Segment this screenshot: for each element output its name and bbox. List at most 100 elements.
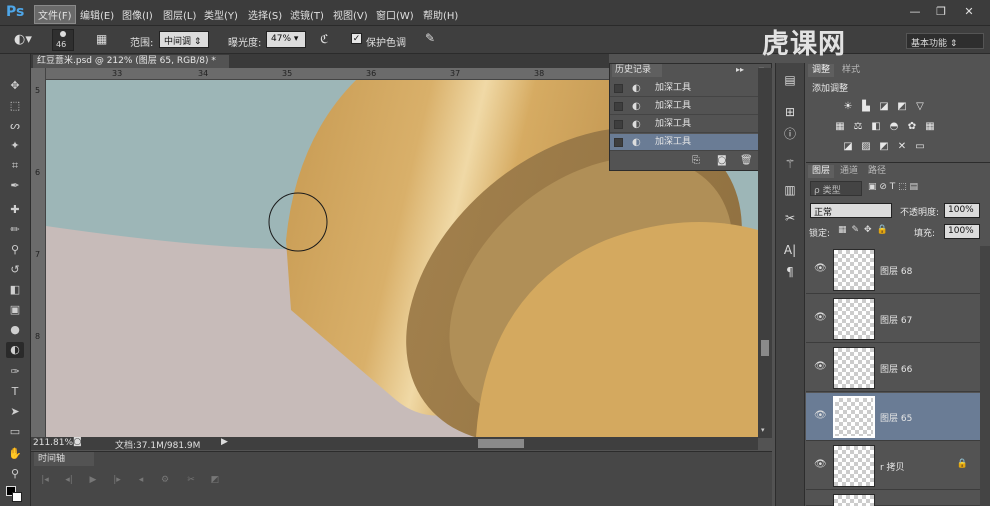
fill-input[interactable]: 100% bbox=[944, 224, 980, 239]
posterize-icon[interactable]: ▨ bbox=[860, 141, 872, 152]
menu-help[interactable]: 帮助(H) bbox=[420, 6, 461, 23]
menu-image[interactable]: 图像(I) bbox=[119, 6, 156, 23]
history-state[interactable]: ◐ 加深工具 bbox=[610, 98, 760, 115]
menu-type[interactable]: 类型(Y) bbox=[201, 6, 241, 23]
first-frame-icon[interactable]: |◂ bbox=[38, 474, 52, 486]
status-menu-arrow-icon[interactable]: ▶ bbox=[221, 437, 228, 447]
visibility-eye-icon[interactable]: 👁 bbox=[814, 411, 827, 421]
transition-icon[interactable]: ◩ bbox=[208, 474, 222, 486]
lock-icons[interactable]: ▦✎✥🔒 bbox=[838, 225, 893, 235]
restore-icon[interactable]: ❐ bbox=[934, 5, 948, 19]
airbrush-icon[interactable]: ℭ bbox=[320, 32, 336, 48]
visibility-eye-icon[interactable]: 👁 bbox=[814, 264, 827, 274]
previous-frame-icon[interactable]: ◂| bbox=[62, 474, 76, 486]
properties-panel-icon[interactable]: ⊞ bbox=[782, 104, 798, 120]
visibility-eye-icon[interactable]: 👁 bbox=[814, 460, 827, 470]
background-color-swatch[interactable] bbox=[12, 492, 22, 502]
status-info-icon[interactable]: ◙ bbox=[73, 437, 82, 447]
layers-scrollbar[interactable] bbox=[980, 246, 990, 506]
layer-row[interactable]: 👁 r 拷贝 🔒 bbox=[806, 442, 980, 490]
info-panel-icon[interactable]: ⓘ bbox=[782, 126, 798, 142]
range-select[interactable]: 中间调 ⇕ bbox=[159, 31, 209, 48]
clone-stamp-tool-icon[interactable]: ⚲ bbox=[6, 242, 24, 258]
layer-name[interactable]: 图层 68 bbox=[880, 264, 912, 277]
character-panel-icon[interactable]: A| bbox=[782, 242, 798, 258]
photo-filter-icon[interactable]: ◓ bbox=[888, 121, 900, 132]
history-panel-icon[interactable]: ▤ bbox=[782, 72, 798, 88]
close-window-icon[interactable]: ✕ bbox=[962, 5, 976, 19]
layer-row[interactable]: 👁 图层 67 bbox=[806, 295, 980, 343]
marquee-tool-icon[interactable]: ⬚ bbox=[6, 98, 24, 114]
burn-tool-preset-icon[interactable]: ◐▾ bbox=[14, 32, 38, 48]
protect-tones-checkbox[interactable]: ✓ bbox=[351, 33, 362, 44]
tab-layers[interactable]: 图层 bbox=[808, 165, 835, 178]
next-frame-icon[interactable]: |▸ bbox=[110, 474, 124, 486]
exposure-icon[interactable]: ◩ bbox=[896, 101, 908, 112]
gradient-map-icon[interactable]: ▭ bbox=[914, 141, 926, 152]
color-lookup-icon[interactable]: ▦ bbox=[924, 121, 936, 132]
visibility-eye-icon[interactable]: 👁 bbox=[814, 362, 827, 372]
horizontal-scroll-thumb[interactable] bbox=[478, 439, 524, 448]
levels-icon[interactable]: ▙ bbox=[860, 101, 872, 112]
settings-icon[interactable]: ⚙ bbox=[158, 474, 172, 486]
type-tool-icon[interactable]: T bbox=[6, 384, 24, 400]
burn-tool-icon[interactable]: ◐ bbox=[6, 342, 24, 358]
black-white-icon[interactable]: ◧ bbox=[870, 121, 882, 132]
pressure-size-icon[interactable]: ✎ bbox=[425, 31, 441, 47]
tab-paths[interactable]: 路径 bbox=[864, 165, 890, 178]
history-state-selected[interactable]: ◐ 加深工具 bbox=[610, 134, 760, 151]
layer-filter-type[interactable]: ρ 类型 bbox=[810, 181, 862, 196]
menu-edit[interactable]: 编辑(E) bbox=[77, 6, 117, 23]
channel-mixer-icon[interactable]: ✿ bbox=[906, 121, 918, 132]
visibility-eye-icon[interactable]: 👁 bbox=[814, 313, 827, 323]
timeline-tab[interactable]: 时间轴 bbox=[34, 452, 94, 466]
pen-tool-icon[interactable]: ✑ bbox=[6, 364, 24, 380]
new-document-from-state-icon[interactable]: ⎘ bbox=[692, 155, 700, 166]
filter-icons[interactable]: ▣ ⊘ T ⬚ ▤ bbox=[868, 182, 918, 192]
brush-panel-icon[interactable]: ▦ bbox=[96, 32, 112, 48]
play-icon[interactable]: ▶ bbox=[86, 474, 100, 486]
layer-name[interactable]: 图层 66 bbox=[880, 362, 912, 375]
eraser-tool-icon[interactable]: ◧ bbox=[6, 282, 24, 298]
audio-icon[interactable]: ◂ bbox=[134, 474, 148, 486]
history-state[interactable]: ◐ 加深工具 bbox=[610, 80, 760, 97]
tab-channels[interactable]: 通道 bbox=[836, 165, 862, 178]
lasso-tool-icon[interactable]: ᔕ bbox=[6, 118, 24, 134]
color-balance-icon[interactable]: ⚖ bbox=[852, 121, 864, 132]
eyedropper-tool-icon[interactable]: ✒ bbox=[6, 178, 24, 194]
history-snapshot-checkbox[interactable] bbox=[614, 84, 623, 93]
curves-icon[interactable]: ◪ bbox=[878, 101, 890, 112]
path-selection-tool-icon[interactable]: ➤ bbox=[6, 404, 24, 420]
invert-icon[interactable]: ◪ bbox=[842, 141, 854, 152]
panel-collapse-icon[interactable]: ▸▸ bbox=[736, 65, 744, 74]
history-snapshot-checkbox[interactable] bbox=[614, 138, 623, 147]
layer-name[interactable]: 图层 65 bbox=[880, 411, 912, 424]
opacity-input[interactable]: 100% bbox=[944, 203, 980, 218]
canvas-vertical-scrollbar[interactable]: ▾ bbox=[758, 68, 772, 438]
brush-preset-picker[interactable]: 46 bbox=[52, 29, 74, 51]
scroll-down-icon[interactable]: ▾ bbox=[761, 426, 765, 434]
vibrance-icon[interactable]: ▽ bbox=[914, 101, 926, 112]
magic-wand-tool-icon[interactable]: ✦ bbox=[6, 138, 24, 154]
layer-row[interactable] bbox=[806, 491, 980, 506]
exposure-input[interactable]: 47% ▾ bbox=[266, 31, 306, 48]
menu-filter[interactable]: 滤镜(T) bbox=[287, 6, 327, 23]
crop-tool-icon[interactable]: ⌗ bbox=[6, 158, 24, 174]
tab-styles[interactable]: 样式 bbox=[838, 64, 864, 77]
layer-row[interactable]: 👁 图层 68 bbox=[806, 246, 980, 294]
shape-tool-icon[interactable]: ▭ bbox=[6, 424, 24, 440]
history-brush-tool-icon[interactable]: ↺ bbox=[6, 262, 24, 278]
workspace-switcher[interactable]: 基本功能 ⇕ bbox=[906, 33, 984, 49]
trash-icon[interactable]: 🗑 bbox=[740, 155, 753, 166]
move-tool-icon[interactable]: ✥ bbox=[6, 78, 24, 94]
history-state[interactable]: ◐ 加深工具 bbox=[610, 116, 760, 133]
layer-name[interactable]: 图层 67 bbox=[880, 313, 912, 326]
menu-view[interactable]: 视图(V) bbox=[330, 6, 371, 23]
tab-adjustments[interactable]: 调整 bbox=[808, 64, 835, 77]
blend-mode-select[interactable]: 正常 bbox=[810, 203, 892, 218]
history-panel-title[interactable]: 历史记录 bbox=[612, 64, 662, 77]
brush-tool-icon[interactable]: ✏ bbox=[6, 222, 24, 238]
menu-layer[interactable]: 图层(L) bbox=[160, 6, 199, 23]
menu-select[interactable]: 选择(S) bbox=[245, 6, 285, 23]
hue-saturation-icon[interactable]: ▦ bbox=[834, 121, 846, 132]
